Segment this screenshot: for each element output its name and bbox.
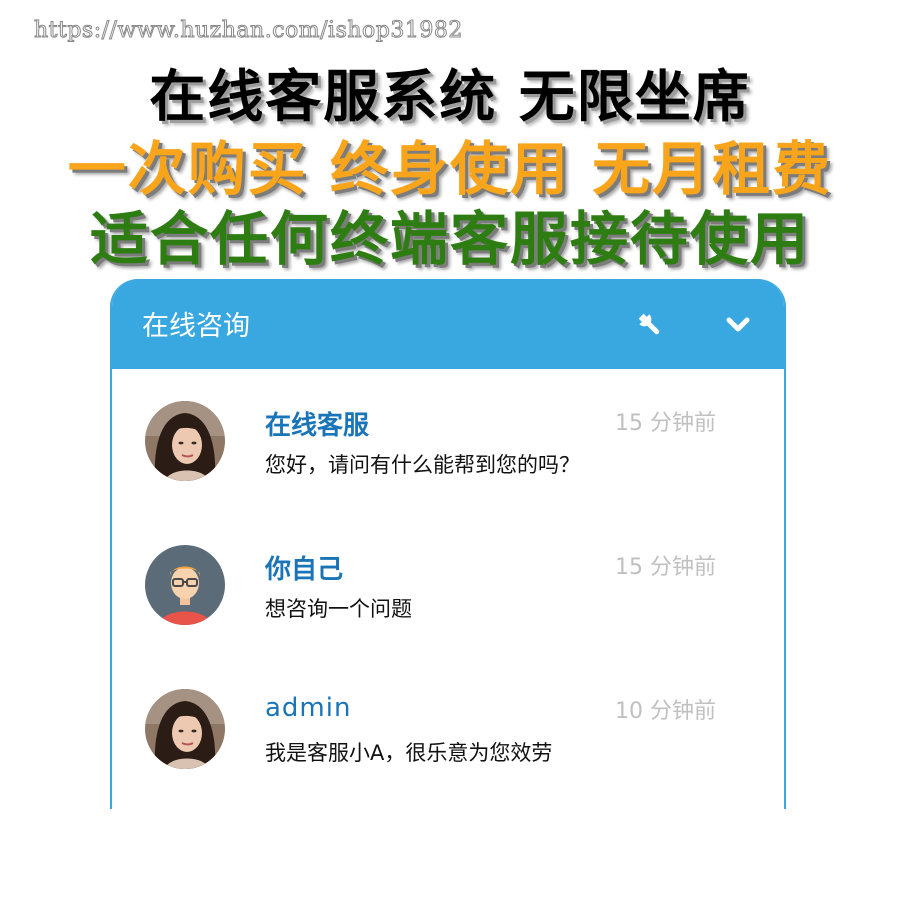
conversation-time: 15 分钟前: [615, 411, 716, 436]
conversation-name: 你自己: [265, 555, 344, 585]
chevron-down-icon[interactable]: [724, 311, 752, 339]
conversation-message: 想咨询一个问题: [265, 597, 412, 621]
wrench-icon[interactable]: [636, 311, 664, 339]
conversation-time: 15 分钟前: [615, 555, 716, 580]
banner-headline-3: 适合任何终端客服接待使用: [89, 205, 810, 273]
conversation-message: 我是客服小A，很乐意为您效劳: [265, 741, 553, 765]
conversation-name: 在线客服: [265, 411, 370, 441]
conversation-item[interactable]: 在线客服 15 分钟前 您好，请问有什么能帮到您的吗？: [112, 401, 784, 501]
conversation-item[interactable]: 你自己 15 分钟前 想咨询一个问题: [112, 545, 784, 645]
conversation-time: 10 分钟前: [615, 699, 716, 724]
page: https://www.huzhan.com/ishop31982 在线客服系统…: [0, 0, 900, 900]
conversation-name: admin: [265, 693, 352, 723]
conversation-item[interactable]: admin 10 分钟前 我是客服小A，很乐意为您效劳: [112, 689, 784, 789]
conversation-message: 您好，请问有什么能帮到您的吗？: [265, 453, 580, 477]
chat-title: 在线咨询: [142, 311, 250, 342]
watermark-url: https://www.huzhan.com/ishop31982: [34, 18, 463, 44]
chat-header[interactable]: 在线咨询: [112, 279, 784, 369]
photo-avatar: [145, 401, 225, 481]
chat-panel: 在线咨询 在线客服 15 分钟前 您好，请问有什么能帮到您的吗？ 你自己 15 …: [110, 279, 786, 809]
cartoon-avatar: [145, 545, 225, 625]
banner-headline-1: 在线客服系统 无限坐席: [149, 65, 751, 130]
photo-avatar: [145, 689, 225, 769]
